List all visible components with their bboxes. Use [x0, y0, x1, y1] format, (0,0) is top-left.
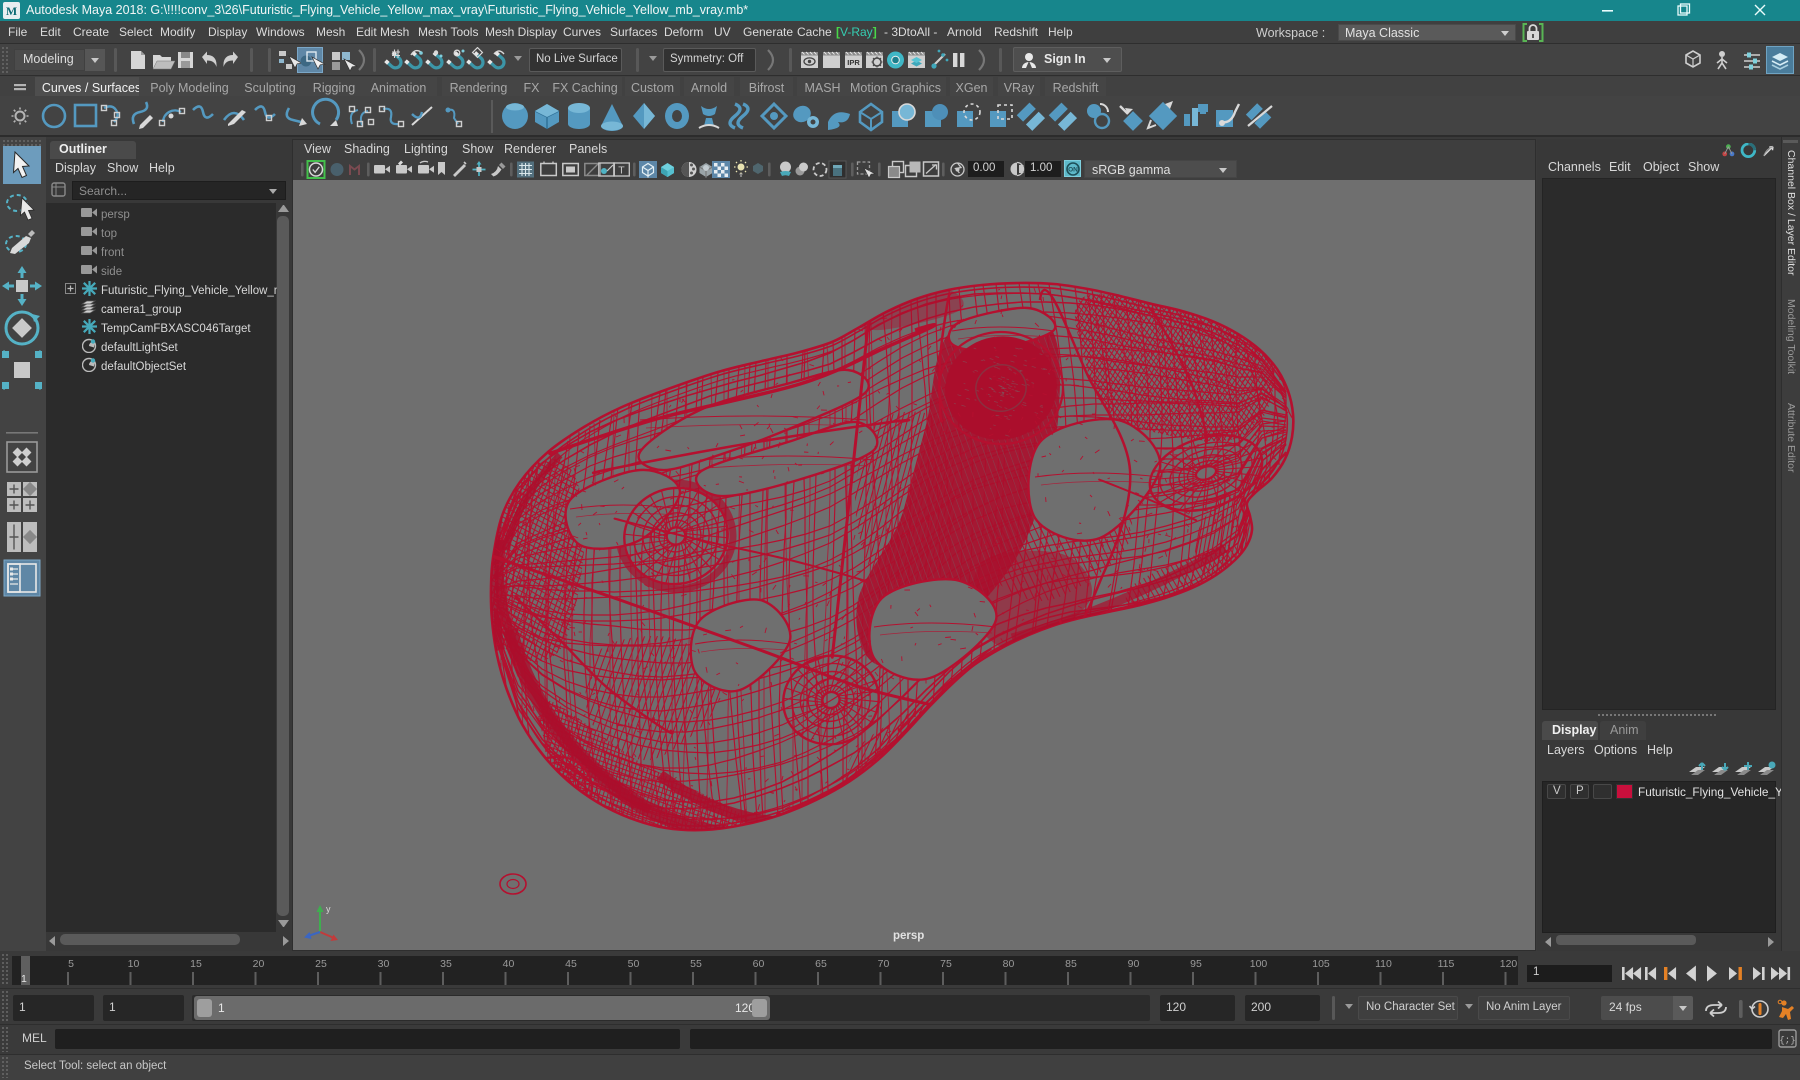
svg-text:95: 95 — [1190, 958, 1202, 970]
svg-text:M: M — [6, 4, 17, 18]
svg-text:10: 10 — [128, 958, 140, 970]
svg-text:15: 15 — [190, 958, 202, 970]
svg-text:100: 100 — [1250, 958, 1268, 970]
svg-text:5: 5 — [68, 958, 74, 970]
svg-text:40: 40 — [503, 958, 515, 970]
svg-text:IPR: IPR — [847, 58, 860, 67]
svg-text:50: 50 — [628, 958, 640, 970]
svg-text:105: 105 — [1312, 958, 1330, 970]
svg-text:120: 120 — [1500, 958, 1518, 970]
svg-text:{;}: {;} — [1779, 1036, 1795, 1046]
svg-text:115: 115 — [1438, 958, 1455, 970]
svg-text:45: 45 — [565, 958, 577, 970]
svg-text:75: 75 — [940, 958, 952, 970]
svg-text:ON: ON — [1068, 166, 1078, 173]
svg-text:25: 25 — [315, 958, 327, 970]
svg-text:90: 90 — [1128, 958, 1140, 970]
svg-text:20: 20 — [253, 958, 265, 970]
svg-text:30: 30 — [378, 958, 390, 970]
svg-text:110: 110 — [1375, 958, 1392, 970]
svg-text:85: 85 — [1065, 958, 1077, 970]
svg-text:65: 65 — [815, 958, 827, 970]
svg-text:80: 80 — [1003, 958, 1015, 970]
svg-text:60: 60 — [753, 958, 765, 970]
svg-text:35: 35 — [440, 958, 452, 970]
svg-text:70: 70 — [878, 958, 890, 970]
svg-text:T: T — [618, 165, 625, 177]
svg-text:55: 55 — [690, 958, 702, 970]
